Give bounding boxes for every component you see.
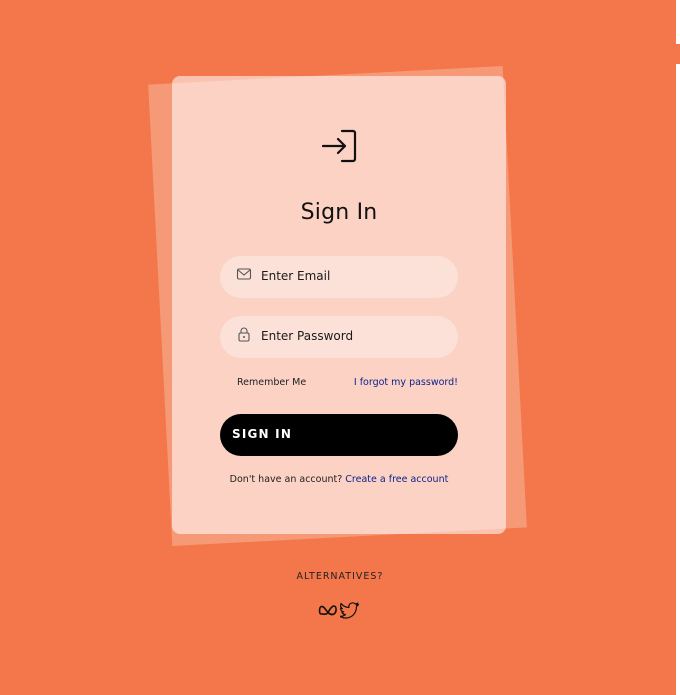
forgot-password-link[interactable]: I forgot my password!: [354, 377, 458, 388]
sign-in-button[interactable]: SIGN IN: [220, 414, 458, 456]
signup-row: Don't have an account? Create a free acc…: [172, 474, 506, 485]
mail-icon: [236, 268, 252, 280]
meta-icon[interactable]: [318, 601, 338, 619]
alternatives-label: ALTERNATIVES?: [296, 571, 384, 582]
login-icon: [322, 129, 357, 163]
email-placeholder: Enter Email: [261, 269, 331, 283]
twitter-icon[interactable]: [340, 601, 360, 619]
remember-me-checkbox[interactable]: Remember Me: [237, 377, 306, 388]
window-edge: [676, 0, 680, 695]
signup-prompt: Don't have an account?: [229, 474, 343, 485]
page-title: Sign In: [300, 200, 378, 225]
email-field[interactable]: Enter Email: [220, 256, 458, 298]
social-login-row: [318, 601, 362, 619]
login-card: Sign In Enter Email Enter Password Remem…: [172, 76, 506, 534]
password-field[interactable]: Enter Password: [220, 316, 458, 358]
sign-in-button-label: SIGN IN: [232, 427, 293, 441]
create-account-link[interactable]: Create a free account: [345, 474, 448, 485]
lock-icon: [238, 327, 250, 342]
password-placeholder: Enter Password: [261, 329, 354, 343]
